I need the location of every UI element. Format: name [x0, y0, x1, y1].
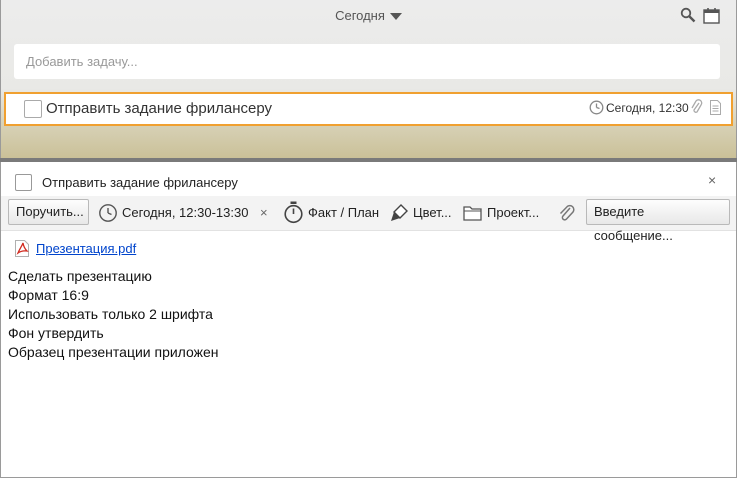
detail-title[interactable]: Отправить задание фрилансеру: [42, 175, 238, 190]
task-checkbox[interactable]: [24, 100, 42, 118]
detail-toolbar: Поручить... Сегодня, 12:30-13:30 × Факт …: [1, 196, 736, 243]
date-filter-dropdown[interactable]: Сегодня: [1, 8, 736, 23]
close-icon[interactable]: ×: [708, 172, 716, 188]
paint-brush-icon[interactable]: [389, 203, 409, 223]
add-task-input[interactable]: Добавить задачу...: [14, 44, 720, 79]
paperclip-icon[interactable]: [557, 203, 577, 223]
task-detail-panel: Отправить задание фрилансеру × Поручить.…: [0, 162, 737, 478]
clock-icon[interactable]: [98, 203, 118, 223]
attachment-link[interactable]: Презентация.pdf: [36, 241, 136, 256]
caret-down-icon: [389, 13, 402, 21]
color-button[interactable]: Цвет...: [413, 205, 452, 220]
date-filter-label: Сегодня: [335, 8, 385, 23]
task-row[interactable]: Отправить задание фрилансеру Сегодня, 12…: [4, 92, 733, 126]
detail-checkbox[interactable]: [15, 174, 32, 191]
search-icon[interactable]: [680, 7, 696, 23]
pdf-icon: [15, 240, 29, 257]
stopwatch-icon[interactable]: [283, 201, 304, 224]
paperclip-icon: [691, 99, 703, 113]
note-line: Сделать презентацию: [8, 268, 152, 284]
task-time: Сегодня, 12:30: [606, 101, 689, 115]
project-button[interactable]: Проект...: [487, 205, 539, 220]
clear-datetime-icon[interactable]: ×: [260, 205, 268, 220]
task-list-panel: Сегодня Добавить задачу... Отправить зад…: [0, 0, 737, 161]
task-notes[interactable]: Сделать презентацию Формат 16:9 Использо…: [8, 267, 219, 362]
note-line: Фон утвердить: [8, 325, 104, 341]
assign-button[interactable]: Поручить...: [8, 199, 89, 225]
fact-plan-button[interactable]: Факт / План: [308, 205, 379, 220]
add-task-placeholder: Добавить задачу...: [26, 54, 138, 69]
task-title: Отправить задание фрилансеру: [46, 100, 272, 117]
note-line: Образец презентации приложен: [8, 344, 219, 360]
note-line: Использовать только 2 шрифта: [8, 306, 213, 322]
note-icon: [710, 100, 721, 115]
datetime-field[interactable]: Сегодня, 12:30-13:30: [122, 205, 248, 220]
clock-icon: [589, 100, 604, 115]
note-line: Формат 16:9: [8, 287, 89, 303]
message-button[interactable]: Введите сообщение...: [586, 199, 730, 243]
folder-icon[interactable]: [463, 203, 483, 223]
calendar-icon[interactable]: [703, 7, 720, 24]
